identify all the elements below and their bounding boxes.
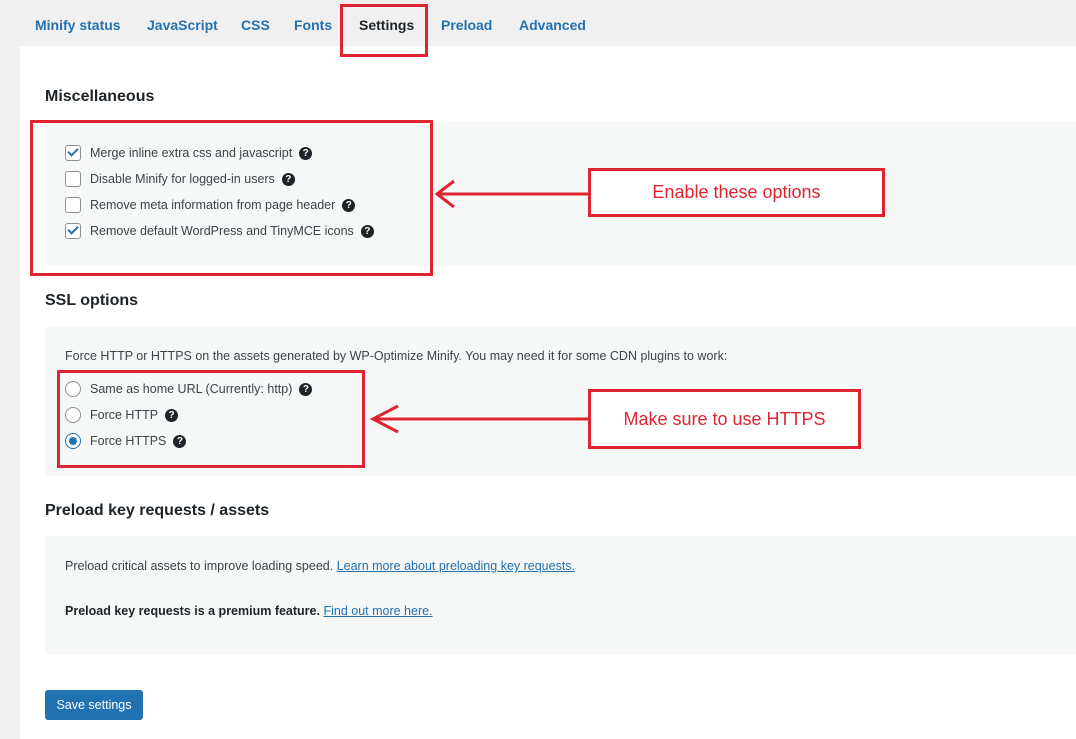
option-label: Same as home URL (Currently: http) xyxy=(90,382,293,396)
option-remove-meta: Remove meta information from page header… xyxy=(65,197,356,213)
help-icon[interactable]: ? xyxy=(299,382,313,396)
tab-minify-status[interactable]: Minify status xyxy=(35,17,121,33)
help-icon[interactable]: ? xyxy=(342,198,356,212)
remove-meta-checkbox[interactable] xyxy=(65,197,81,213)
merge-inline-checkbox[interactable] xyxy=(65,145,81,161)
find-out-more-link[interactable]: Find out more here. xyxy=(323,604,432,618)
save-settings-button[interactable]: Save settings xyxy=(45,690,143,720)
tab-advanced[interactable]: Advanced xyxy=(519,17,586,33)
help-icon[interactable]: ? xyxy=(299,146,313,160)
force-http-radio[interactable] xyxy=(65,407,81,423)
preload-description: Preload critical assets to improve loadi… xyxy=(65,559,334,573)
option-remove-icons: Remove default WordPress and TinyMCE ico… xyxy=(65,223,374,239)
option-label: Merge inline extra css and javascript xyxy=(90,146,293,160)
preload-title: Preload key requests / assets xyxy=(45,502,270,519)
tab-settings[interactable]: Settings xyxy=(359,17,414,33)
same-as-home-radio[interactable] xyxy=(65,381,81,397)
preload-box xyxy=(45,536,1076,654)
option-label: Force HTTP xyxy=(90,408,159,422)
ssl-description: Force HTTP or HTTPS on the assets genera… xyxy=(65,349,728,363)
option-disable-logged-in: Disable Minify for logged-in users ? xyxy=(65,171,295,187)
tab-fonts[interactable]: Fonts xyxy=(294,17,332,33)
tab-javascript[interactable]: JavaScript xyxy=(147,17,218,33)
learn-more-link[interactable]: Learn more about preloading key requests… xyxy=(337,559,575,573)
arrow-left-icon xyxy=(369,404,591,434)
ssl-title: SSL options xyxy=(45,292,139,309)
disable-logged-in-checkbox[interactable] xyxy=(65,171,81,187)
force-https-radio[interactable] xyxy=(65,433,81,449)
ssl-option-force-https: Force HTTPS ? xyxy=(65,433,187,449)
help-icon[interactable]: ? xyxy=(281,172,295,186)
callout-enable-options: Enable these options xyxy=(588,168,885,217)
option-label: Force HTTPS xyxy=(90,434,167,448)
remove-icons-checkbox[interactable] xyxy=(65,223,81,239)
option-label: Disable Minify for logged-in users xyxy=(90,172,275,186)
ssl-option-force-http: Force HTTP ? xyxy=(65,407,179,423)
ssl-option-same-as-home: Same as home URL (Currently: http) ? xyxy=(65,381,313,397)
option-label: Remove default WordPress and TinyMCE ico… xyxy=(90,224,354,238)
help-icon[interactable]: ? xyxy=(360,224,374,238)
preload-description-line: Preload critical assets to improve loadi… xyxy=(65,559,575,573)
miscellaneous-title: Miscellaneous xyxy=(45,88,155,105)
arrow-left-icon xyxy=(434,179,590,209)
option-merge-inline: Merge inline extra css and javascript ? xyxy=(65,145,313,161)
help-icon[interactable]: ? xyxy=(173,434,187,448)
preload-premium-line: Preload key requests is a premium featur… xyxy=(65,604,433,618)
tab-css[interactable]: CSS xyxy=(241,17,270,33)
callout-use-https: Make sure to use HTTPS xyxy=(588,389,861,449)
option-label: Remove meta information from page header xyxy=(90,198,336,212)
nav-tabs: Minify status JavaScript CSS Fonts Setti… xyxy=(0,0,1076,46)
help-icon[interactable]: ? xyxy=(165,408,179,422)
tab-preload[interactable]: Preload xyxy=(441,17,492,33)
premium-notice: Preload key requests is a premium featur… xyxy=(65,604,320,618)
